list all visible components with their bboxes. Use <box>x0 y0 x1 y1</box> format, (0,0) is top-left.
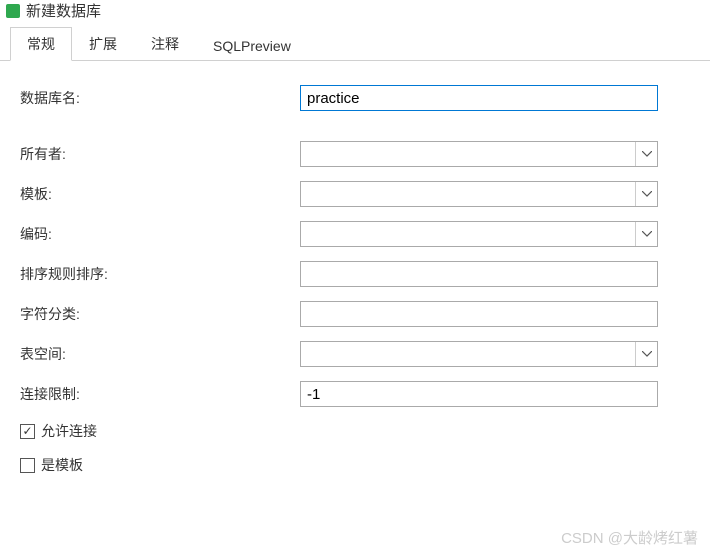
checkbox-allowconn[interactable]: 允许连接 <box>20 421 690 441</box>
row-owner: 所有者: <box>20 141 690 167</box>
label-tablespace: 表空间: <box>20 344 300 364</box>
select-encoding[interactable] <box>300 221 658 247</box>
window-title-bar: 新建数据库 <box>0 0 710 29</box>
database-icon <box>6 4 20 18</box>
label-istemplate: 是模板 <box>41 455 83 475</box>
tab-extension[interactable]: 扩展 <box>72 27 134 60</box>
row-dbname: 数据库名: <box>20 85 690 111</box>
select-owner[interactable] <box>300 141 658 167</box>
row-tablespace: 表空间: <box>20 341 690 367</box>
select-tablespace[interactable] <box>300 341 658 367</box>
select-template[interactable] <box>300 181 658 207</box>
input-connlimit[interactable] <box>300 381 658 407</box>
row-template: 模板: <box>20 181 690 207</box>
checkbox-allowconn-box <box>20 424 35 439</box>
label-ctype: 字符分类: <box>20 304 300 324</box>
watermark: CSDN @大龄烤红薯 <box>561 527 698 548</box>
input-ctype[interactable] <box>300 301 658 327</box>
tab-sqlpreview[interactable]: SQLPreview <box>196 31 308 60</box>
label-connlimit: 连接限制: <box>20 384 300 404</box>
row-connlimit: 连接限制: <box>20 381 690 407</box>
label-template: 模板: <box>20 184 300 204</box>
label-encoding: 编码: <box>20 224 300 244</box>
chevron-down-icon <box>635 342 657 366</box>
chevron-down-icon <box>635 182 657 206</box>
tab-general[interactable]: 常规 <box>10 27 72 61</box>
input-collation[interactable] <box>300 261 658 287</box>
window-title: 新建数据库 <box>26 0 101 21</box>
row-collation: 排序规则排序: <box>20 261 690 287</box>
row-ctype: 字符分类: <box>20 301 690 327</box>
checkbox-istemplate[interactable]: 是模板 <box>20 455 690 475</box>
tab-comment[interactable]: 注释 <box>134 27 196 60</box>
label-dbname: 数据库名: <box>20 88 300 108</box>
chevron-down-icon <box>635 142 657 166</box>
tab-bar: 常规 扩展 注释 SQLPreview <box>0 29 710 61</box>
row-encoding: 编码: <box>20 221 690 247</box>
label-allowconn: 允许连接 <box>41 421 97 441</box>
chevron-down-icon <box>635 222 657 246</box>
label-owner: 所有者: <box>20 144 300 164</box>
label-collation: 排序规则排序: <box>20 264 300 284</box>
checkbox-istemplate-box <box>20 458 35 473</box>
form-general: 数据库名: 所有者: 模板: 编码: 排序规则排序: <box>0 61 710 499</box>
input-dbname[interactable] <box>300 85 658 111</box>
